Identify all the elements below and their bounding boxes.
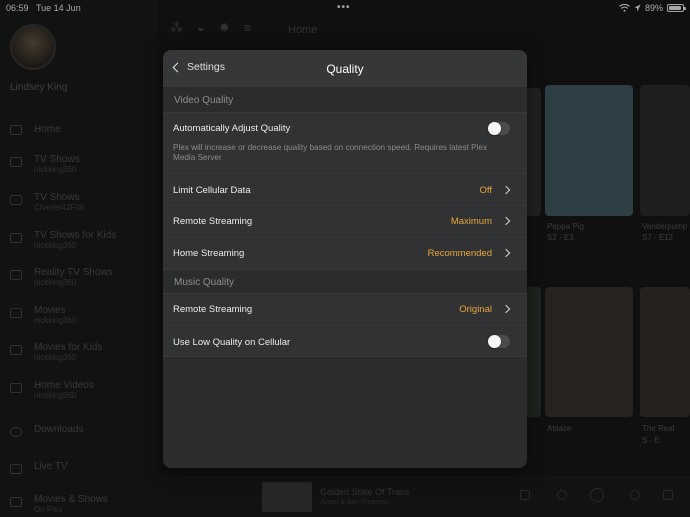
chevron-right-icon [501,304,511,314]
toggle-knob [488,122,501,135]
low-quality-cellular-toggle[interactable] [488,335,510,348]
setting-row-video-remote-streaming[interactable]: Remote Streaming Maximum [163,205,527,237]
chevron-right-icon [501,185,511,195]
setting-row-limit-cellular[interactable]: Limit Cellular Data Off [163,173,527,205]
auto-adjust-toggle[interactable] [488,122,510,135]
setting-label: Use Low Quality on Cellular [173,337,291,348]
setting-value: Off [479,185,493,196]
section-header-music: Music Quality [163,269,527,293]
chevron-right-icon [501,216,511,226]
setting-row-low-quality-cellular: Use Low Quality on Cellular [163,325,527,357]
setting-label: Remote Streaming [173,216,253,227]
setting-value: Maximum [450,216,492,227]
modal-title: Quality [326,62,364,76]
setting-row-home-streaming[interactable]: Home Streaming Recommended [163,237,527,269]
setting-row-auto-adjust: Automatically Adjust Quality Plex will i… [163,112,527,173]
section-header-video: Video Quality [163,88,527,112]
setting-value: Recommended [427,248,492,259]
setting-label: Automatically Adjust Quality [173,123,291,134]
setting-row-music-remote-streaming[interactable]: Remote Streaming Original [163,293,527,325]
quality-settings-modal: Settings Quality Video Quality Automatic… [163,50,527,468]
setting-description: Plex will increase or decrease quality b… [173,143,488,162]
setting-label: Remote Streaming [173,304,253,315]
setting-value: Original [459,304,492,315]
toggle-knob [488,335,501,348]
setting-label: Limit Cellular Data [173,185,251,196]
setting-label: Home Streaming [173,248,245,259]
chevron-right-icon [501,248,511,258]
modal-header: Settings Quality [163,50,527,88]
